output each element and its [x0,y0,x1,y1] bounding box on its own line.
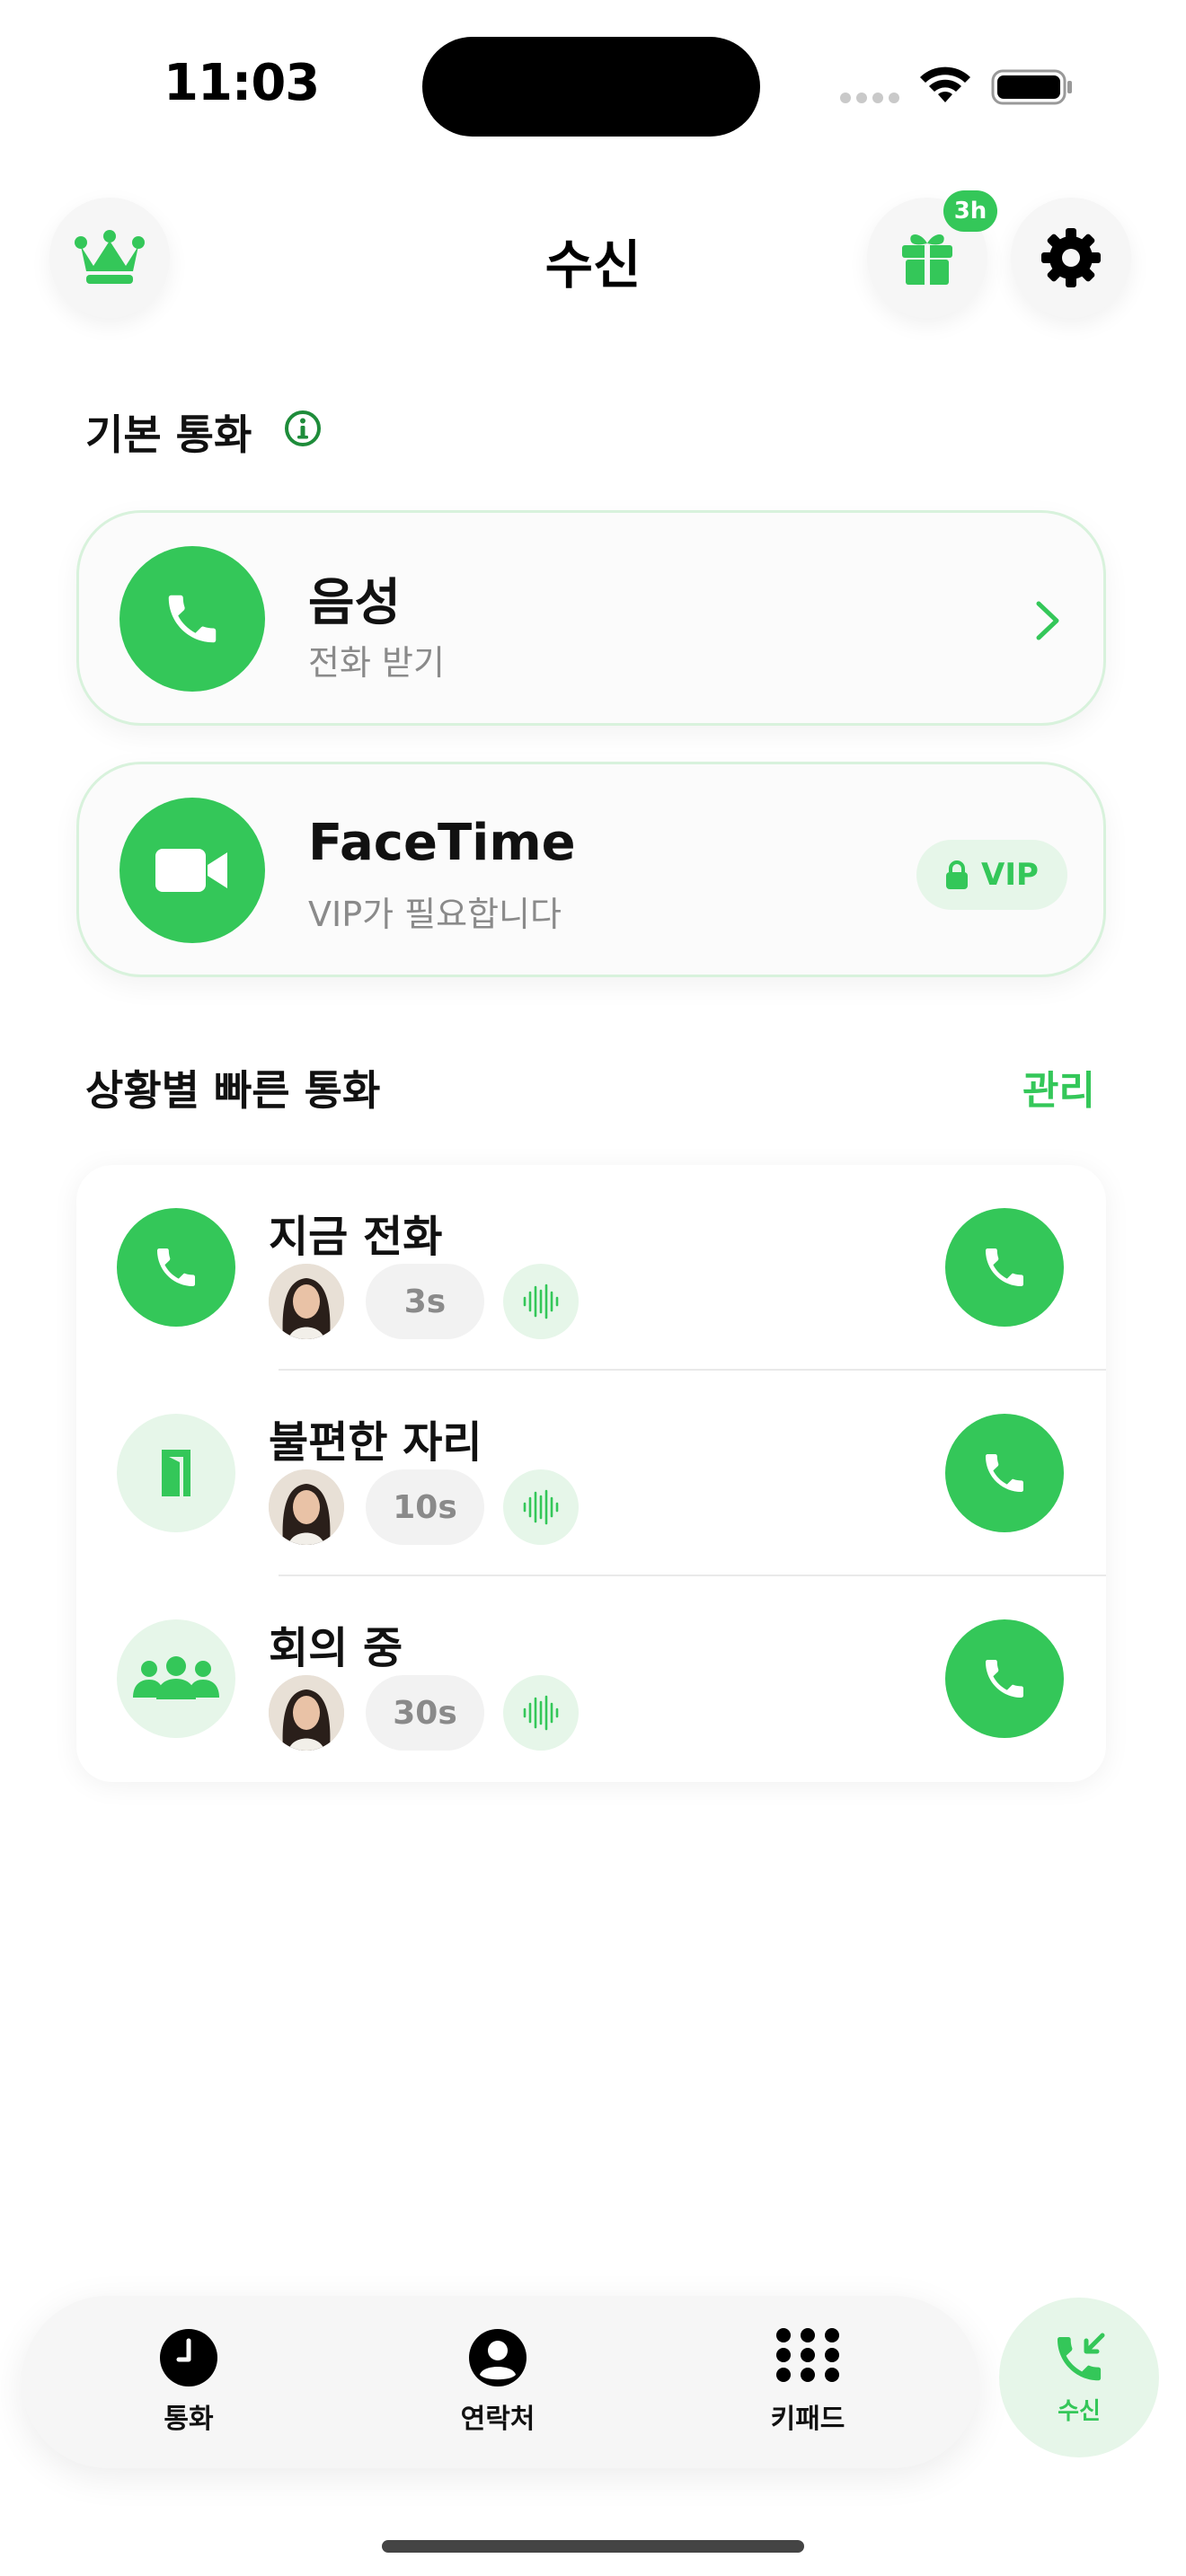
video-camera-icon [155,849,227,892]
home-indicator[interactable] [382,2540,804,2553]
avatar-photo [269,1264,344,1339]
tab-calls-label: 통화 [164,2404,214,2435]
tab-bar: 통화 연락처 키패드 [22,2296,979,2468]
lock-icon [946,860,969,889]
quick-call-type-icon [117,1208,235,1327]
tab-incoming-label: 수신 [1058,2397,1101,2425]
tab-keypad-label: 키패드 [770,2404,845,2435]
phone-icon [986,1248,1023,1286]
clock-icon [160,2329,217,2386]
gift-icon [902,234,952,285]
voice-call-icon-circle [119,546,265,692]
quick-call-type-icon [117,1414,235,1532]
facetime-icon-circle [119,798,265,943]
gear-icon [1041,228,1101,287]
tab-contacts[interactable]: 연락처 [408,2328,588,2436]
caller-avatar [269,1675,344,1751]
voice-call-card[interactable]: 음성 전화 받기 [76,510,1106,726]
settings-button[interactable] [1011,198,1131,318]
tab-calls[interactable]: 통화 [99,2328,279,2436]
quick-call-row-meeting[interactable]: 회의 중 30s [76,1576,1106,1782]
waveform-icon [523,1695,559,1731]
keypad-icon [776,2328,839,2382]
phone-icon [157,1248,195,1286]
quick-call-start-button[interactable] [945,1414,1064,1532]
chevron-right-icon [1036,601,1059,640]
quick-calls-list: 지금 전화 3s 불편한 자리 10s 회의 중 30s [76,1165,1106,1782]
facetime-call-card[interactable]: FaceTime VIP가 필요합니다 VIP [76,762,1106,977]
dynamic-island [422,37,760,137]
manage-button[interactable]: 관리 [1022,1058,1095,1116]
page-title: 수신 [544,234,642,296]
voice-preview-button[interactable] [503,1469,579,1545]
voice-preview-button[interactable] [503,1675,579,1751]
quick-call-delay[interactable]: 3s [366,1264,484,1339]
cellular-signal-icon [840,93,901,103]
vip-badge: VIP [916,840,1067,910]
battery-icon [991,69,1072,105]
caller-avatar [269,1469,344,1545]
quick-call-name: 지금 전화 [269,1212,443,1262]
caller-avatar [269,1264,344,1339]
tab-keypad[interactable]: 키패드 [718,2328,898,2436]
tab-incoming[interactable]: 수신 [999,2298,1159,2457]
waveform-icon [523,1489,559,1525]
facetime-subtitle: VIP가 필요합니다 [308,895,562,934]
quick-call-start-button[interactable] [945,1208,1064,1327]
quick-call-type-icon [117,1619,235,1738]
waveform-icon [523,1284,559,1319]
avatar-photo [269,1675,344,1751]
quick-calls-title: 상황별 빠른 통화 [85,1066,381,1115]
incoming-call-icon [1058,2333,1105,2380]
wifi-icon [920,66,970,102]
quick-call-name: 불편한 자리 [269,1417,482,1468]
person-circle-icon [469,2329,527,2386]
voice-call-subtitle: 전화 받기 [308,643,445,683]
info-icon[interactable] [284,410,322,447]
gift-timer-badge: 3h [943,190,997,232]
quick-call-delay[interactable]: 30s [366,1675,484,1751]
vip-badge-label: VIP [981,857,1039,893]
facetime-title: FaceTime [308,814,576,872]
status-time: 11:03 [164,54,320,112]
tab-contacts-label: 연락처 [460,2404,535,2435]
quick-call-start-button[interactable] [945,1619,1064,1738]
phone-icon [986,1660,1023,1698]
basic-calls-title: 기본 통화 [85,410,252,459]
phone-icon [986,1454,1023,1492]
quick-call-delay[interactable]: 10s [366,1469,484,1545]
quick-call-row-awkward[interactable]: 불편한 자리 10s [76,1371,1106,1576]
group-icon [133,1656,219,1699]
avatar-photo [269,1469,344,1545]
quick-call-row-now[interactable]: 지금 전화 3s [76,1165,1106,1371]
voice-call-title: 음성 [308,574,402,632]
phone-icon [168,595,217,643]
quick-call-name: 회의 중 [269,1623,403,1673]
voice-preview-button[interactable] [503,1264,579,1339]
door-icon [162,1450,190,1496]
